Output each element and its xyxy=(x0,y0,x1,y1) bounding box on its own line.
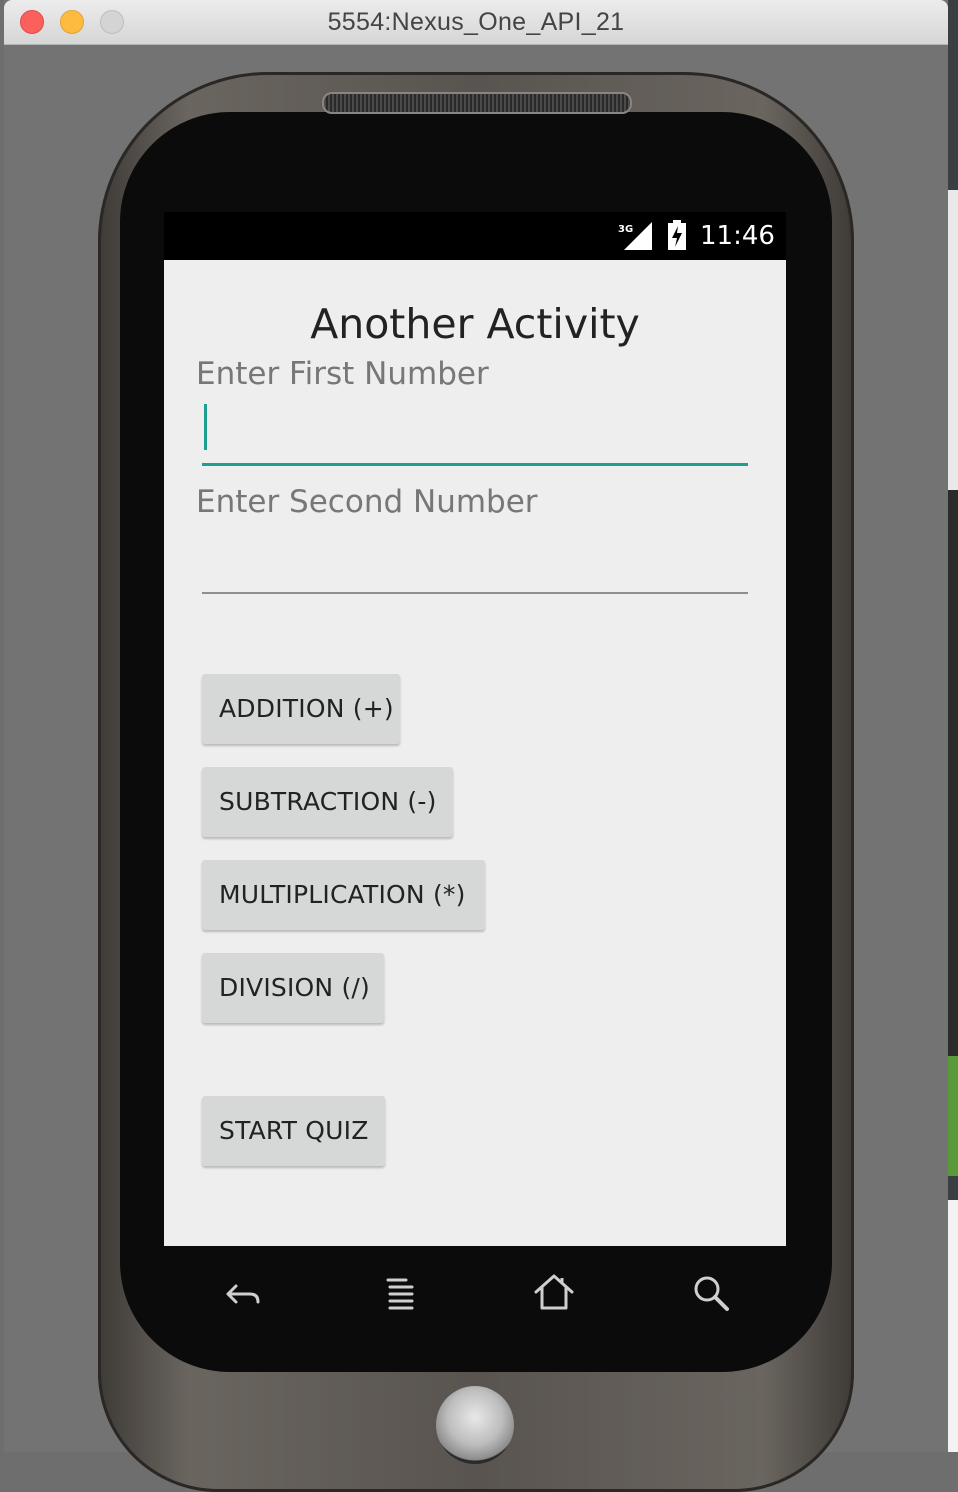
first-number-input[interactable] xyxy=(202,402,748,466)
signal-3g-icon: 3G xyxy=(618,222,652,250)
background-app-panel-dark xyxy=(948,490,958,1060)
background-app-panel xyxy=(948,190,958,490)
second-number-label: Enter Second Number xyxy=(196,484,538,520)
app-screen: Another Activity Enter First Number Ente… xyxy=(164,260,786,1246)
earpiece-speaker xyxy=(322,92,632,114)
background-app-panel-light xyxy=(948,1200,958,1452)
title-bar[interactable]: 5554:Nexus_One_API_21 xyxy=(4,0,948,45)
start-quiz-button[interactable]: START QUIZ xyxy=(202,1096,385,1166)
menu-icon[interactable] xyxy=(378,1272,422,1316)
trackball[interactable] xyxy=(436,1386,514,1464)
home-icon[interactable] xyxy=(532,1272,576,1316)
first-number-label: Enter First Number xyxy=(196,356,489,392)
second-number-input[interactable] xyxy=(202,530,748,594)
battery-charging-icon xyxy=(668,220,686,250)
status-time: 11:46 xyxy=(700,221,775,251)
svg-text:3G: 3G xyxy=(618,224,633,235)
background-app-accent xyxy=(948,1056,958,1176)
search-icon[interactable] xyxy=(690,1272,734,1316)
subtraction-button[interactable]: SUBTRACTION (-) xyxy=(202,767,453,837)
addition-button[interactable]: ADDITION (+) xyxy=(202,674,400,744)
status-bar: 3G 11:46 xyxy=(164,212,786,260)
activity-title: Another Activity xyxy=(310,300,640,348)
division-button[interactable]: DIVISION (/) xyxy=(202,953,384,1023)
text-cursor xyxy=(204,404,207,450)
window-title: 5554:Nexus_One_API_21 xyxy=(327,8,625,36)
back-icon[interactable] xyxy=(220,1272,264,1316)
multiplication-button[interactable]: MULTIPLICATION (*) xyxy=(202,860,485,930)
